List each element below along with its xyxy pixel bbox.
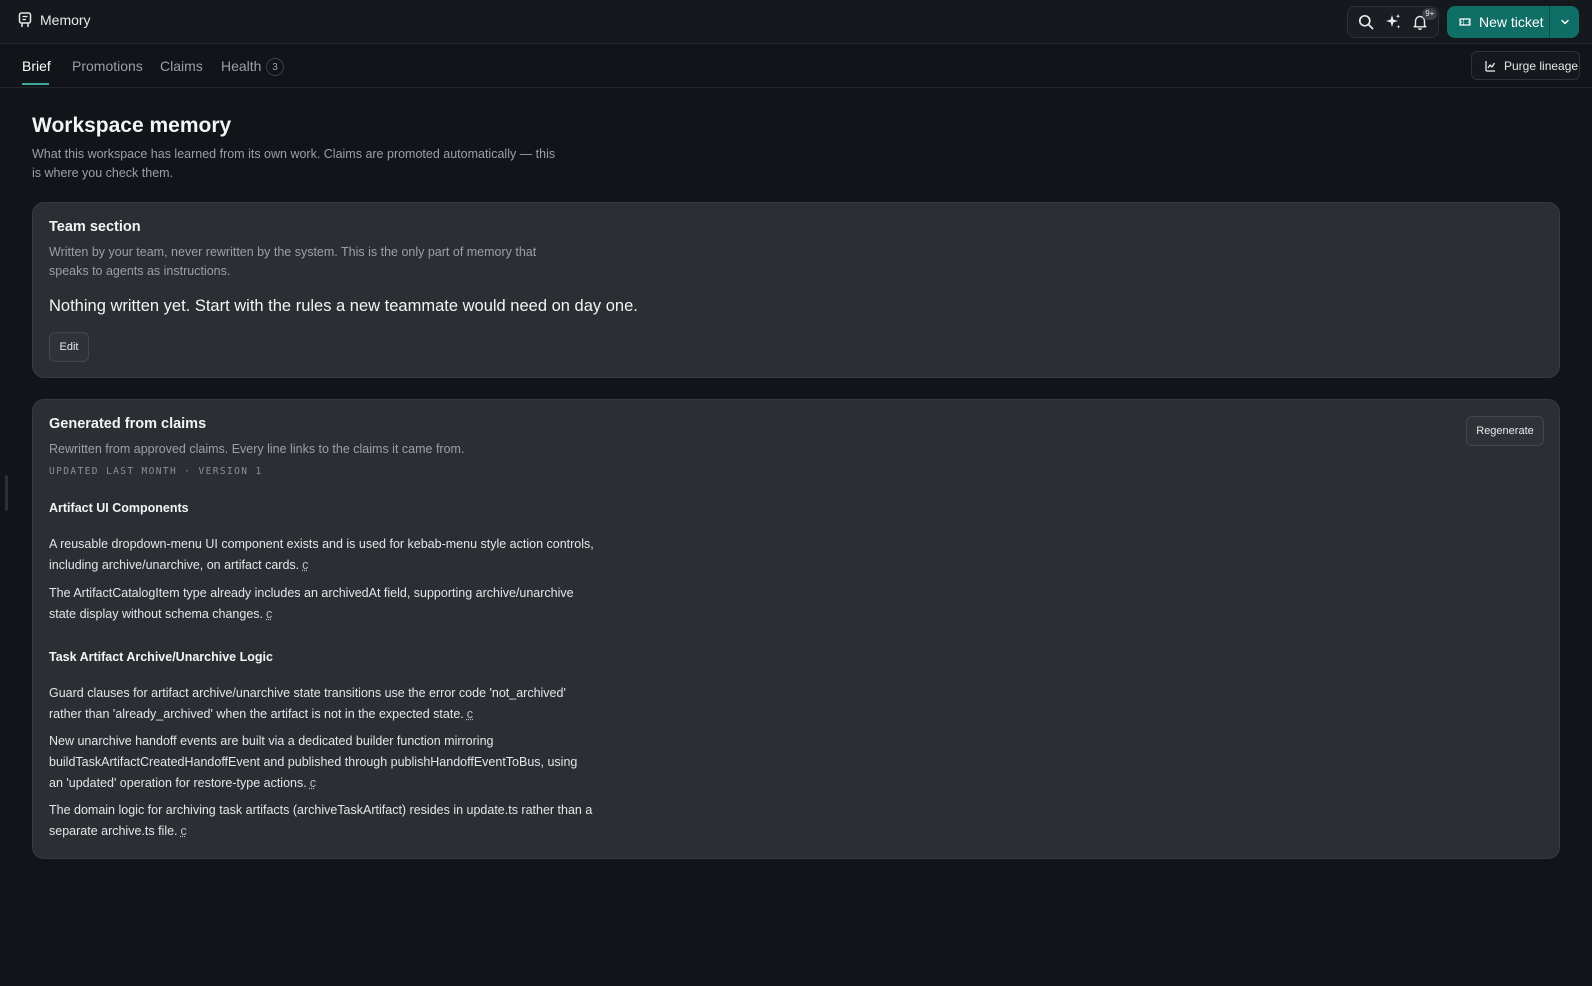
- generated-section-meta: UPDATED LAST MONTH · VERSION 1: [49, 466, 263, 477]
- tab-brief[interactable]: Brief: [22, 58, 51, 74]
- ai-assist-button[interactable]: [1380, 9, 1406, 35]
- purge-lineage-label: Purge lineage: [1504, 58, 1579, 73]
- claim-citation-link[interactable]: c: [467, 707, 473, 721]
- notifications-button[interactable]: 9+: [1407, 8, 1438, 35]
- claim-item: Guard clauses for artifact archive/unarc…: [49, 683, 594, 725]
- chevron-down-icon: [1560, 19, 1569, 25]
- claim-text: The domain logic for archiving task arti…: [49, 803, 593, 838]
- generated-section-description: Rewritten from approved claims. Every li…: [49, 442, 465, 456]
- team-section-card: Team section Written by your team, never…: [32, 202, 1560, 378]
- team-section-description: Written by your team, never rewritten by…: [49, 245, 537, 278]
- search-icon: [1358, 14, 1374, 30]
- lineage-icon: [1485, 60, 1496, 72]
- claim-item: The ArtifactCatalogItem type already inc…: [49, 583, 594, 625]
- claim-item: A reusable dropdown-menu UI component ex…: [49, 534, 594, 576]
- group-heading-artifact-ui: Artifact UI Components: [49, 501, 189, 515]
- health-count-badge: 3: [266, 58, 284, 76]
- new-ticket-label: New ticket: [1479, 14, 1544, 30]
- claim-citation-link[interactable]: c: [266, 607, 272, 621]
- claim-text: The ArtifactCatalogItem type already inc…: [49, 586, 574, 621]
- memory-icon: [18, 12, 32, 27]
- new-ticket-split-button: New ticket: [1447, 6, 1579, 38]
- page-title: Workspace memory: [32, 114, 232, 137]
- claim-citation-link[interactable]: c: [181, 824, 187, 838]
- ticket-icon: [1459, 18, 1471, 26]
- claim-text: Guard clauses for artifact archive/unarc…: [49, 686, 566, 721]
- claim-item: The domain logic for archiving task arti…: [49, 800, 594, 842]
- claim-citation-link[interactable]: c: [302, 558, 308, 572]
- claim-text: A reusable dropdown-menu UI component ex…: [49, 537, 594, 572]
- purge-lineage-button[interactable]: Purge lineage: [1471, 51, 1580, 80]
- app-title: Memory: [18, 12, 91, 28]
- notification-badge: 9+: [1422, 8, 1438, 20]
- new-ticket-button[interactable]: New ticket: [1447, 6, 1549, 38]
- sidebar-resize-handle[interactable]: [5, 475, 8, 511]
- team-section-empty-message: Nothing written yet. Start with the rule…: [49, 297, 638, 315]
- generated-section-title: Generated from claims: [49, 416, 207, 432]
- tab-promotions[interactable]: Promotions: [72, 58, 143, 74]
- search-button[interactable]: [1353, 9, 1379, 35]
- tab-health[interactable]: Health: [221, 58, 261, 74]
- edit-button[interactable]: Edit: [49, 332, 89, 362]
- page-description: What this workspace has learned from its…: [32, 147, 556, 180]
- group-heading-archive-logic: Task Artifact Archive/Unarchive Logic: [49, 650, 273, 664]
- claim-citation-link[interactable]: c: [310, 776, 316, 790]
- tab-claims[interactable]: Claims: [160, 58, 203, 74]
- new-ticket-dropdown-button[interactable]: [1549, 6, 1579, 38]
- sparkles-icon: [1385, 14, 1401, 29]
- header-icon-group: 9+: [1347, 6, 1439, 38]
- tabs-bar: Brief Promotions Claims Health 3 Purge l…: [0, 45, 1592, 88]
- generated-section-card: Generated from claims Rewritten from app…: [32, 399, 1560, 859]
- top-bar: Memory 9+ New ticket: [0, 0, 1592, 44]
- active-tab-indicator: [22, 83, 49, 85]
- regenerate-button[interactable]: Regenerate: [1466, 416, 1544, 446]
- app-title-label: Memory: [40, 12, 91, 28]
- team-section-title: Team section: [49, 219, 141, 235]
- claim-item: New unarchive handoff events are built v…: [49, 731, 594, 794]
